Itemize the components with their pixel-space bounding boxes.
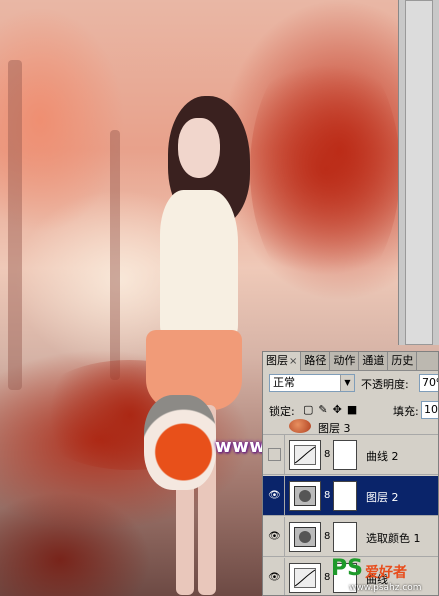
link-icon[interactable]: 8 [324,490,330,501]
opacity-label: 不透明度: [361,378,409,391]
link-icon[interactable]: 8 [324,531,330,542]
chevron-down-icon[interactable]: ▼ [340,375,354,391]
lock-move-icon[interactable]: ✥ [333,403,342,416]
layer-mask[interactable] [333,522,357,552]
tab-history[interactable]: 历史 [388,352,418,371]
scrollbar-thumb[interactable] [405,0,433,345]
visibility-toggle[interactable]: 👁 [265,517,285,556]
layer-thumbnail [289,419,311,433]
layer-name: 图层 2 [366,491,399,504]
lock-transparency-icon[interactable]: ▢ [303,403,313,416]
lock-label: 锁定: [269,405,295,418]
logo-cn: 爱好者 [365,565,407,581]
blend-mode-value: 正常 [273,376,295,389]
visibility-toggle[interactable]: 👁 [265,476,285,515]
opacity-input[interactable]: 70% [419,374,438,392]
close-icon[interactable]: × [289,356,297,367]
layer-row[interactable]: 8 曲线 2 [263,435,438,475]
site-logo: PS 爱好者 www.psahz.com [327,556,439,596]
layer-row[interactable]: 👁 8 选取颜色 1 [263,517,438,557]
lock-brush-icon[interactable]: ✎ [318,403,327,416]
layer-name: 图层 3 [318,422,351,435]
tab-paths[interactable]: 路径 [301,352,331,371]
selective-color-icon [289,522,321,552]
layer-row[interactable]: 图层 3 [263,419,438,435]
girl-face [178,118,220,178]
panel-tabs: 图层× 路径 动作 通道 历史 [263,352,438,371]
lock-row: 锁定: ▢ ✎ ✥ ■ 填充: 100% [269,401,438,419]
layer-mask[interactable] [333,481,357,511]
tree-trunk [110,130,120,380]
tree-trunk [8,60,22,390]
logo-ps: PS [331,556,363,581]
tab-channels[interactable]: 通道 [359,352,389,371]
eye-icon: 👁 [268,531,281,542]
girl-top [160,190,238,340]
fill-input[interactable]: 100% [421,401,438,419]
blend-row: 正常 ▼ 不透明度: 70% [269,374,438,392]
foliage [250,40,400,300]
handbag [144,395,216,490]
layer-row-selected[interactable]: 👁 8 图层 2 [263,476,438,516]
curves-adjustment-icon [289,440,321,470]
tab-label: 图层 [266,354,288,367]
lock-all-icon[interactable]: ■ [347,403,357,416]
eye-icon: 👁 [268,572,281,583]
fill-label: 填充: [393,405,419,418]
lock-icons: ▢ ✎ ✥ ■ [303,403,357,416]
eye-icon: 👁 [268,490,281,501]
tab-actions[interactable]: 动作 [330,352,360,371]
hidden-eye-icon [268,448,281,461]
layer-name: 曲线 2 [366,450,399,463]
tab-layers[interactable]: 图层× [263,352,302,371]
link-icon[interactable]: 8 [324,449,330,460]
blend-mode-select[interactable]: 正常 ▼ [269,374,355,392]
levels-adjustment-icon [289,481,321,511]
curves-adjustment-icon [289,563,321,593]
visibility-toggle[interactable]: 👁 [265,558,285,595]
layer-mask[interactable] [333,440,357,470]
logo-url: www.psahz.com [349,583,422,593]
visibility-toggle[interactable] [265,435,285,474]
layer-name: 选取颜色 1 [366,532,421,545]
